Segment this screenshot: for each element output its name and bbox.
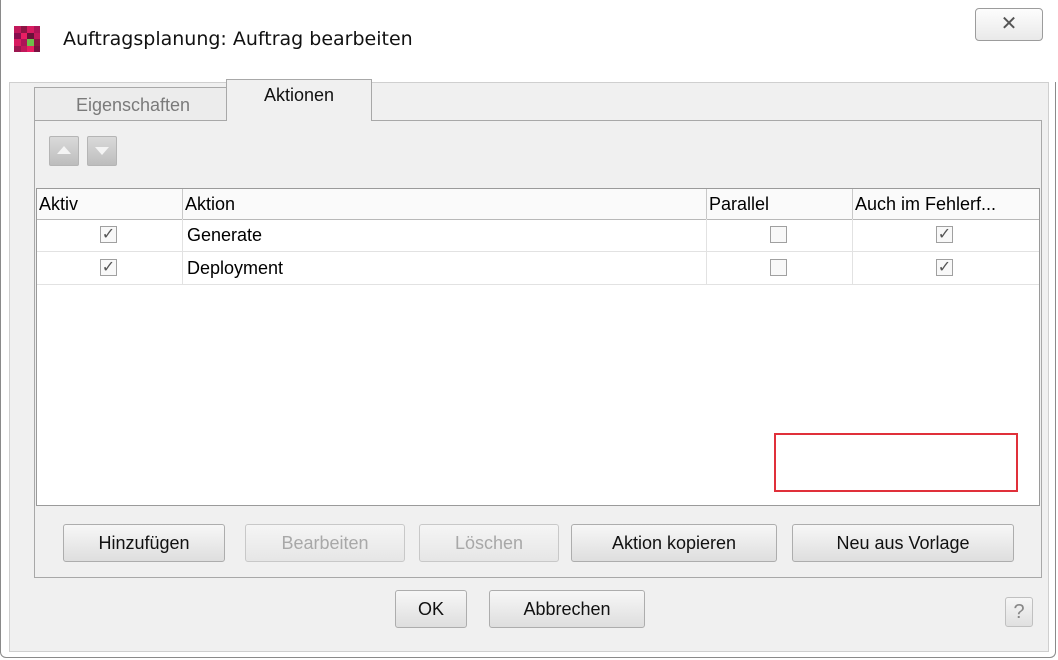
close-icon: ✕ (1000, 13, 1018, 35)
table-row[interactable]: ✓ Deployment ✓ (37, 252, 1039, 285)
tab-aktionen[interactable]: Aktionen (226, 79, 372, 121)
move-down-button[interactable] (87, 136, 117, 166)
column-header-aktion[interactable]: Aktion (183, 189, 707, 219)
aktiv-checkbox[interactable]: ✓ (100, 259, 117, 276)
add-button[interactable]: Hinzufügen (63, 524, 225, 562)
aktiv-checkbox[interactable]: ✓ (100, 226, 117, 243)
cell-fehlerfall: ✓ (853, 219, 1039, 252)
aktionen-panel: Aktiv Aktion Parallel Auch im Fehlerf...… (34, 120, 1042, 578)
parallel-checkbox[interactable] (770, 259, 787, 276)
cell-fehlerfall: ✓ (853, 252, 1039, 285)
column-header-aktiv[interactable]: Aktiv (37, 189, 183, 219)
cell-aktion: Deployment (183, 252, 707, 285)
cell-aktiv: ✓ (37, 219, 183, 252)
table-header: Aktiv Aktion Parallel Auch im Fehlerf... (37, 189, 1039, 220)
column-header-fehlerfall[interactable]: Auch im Fehlerf... (853, 189, 1039, 219)
copy-action-button[interactable]: Aktion kopieren (571, 524, 777, 562)
cell-aktion: Generate (183, 219, 707, 252)
move-up-button[interactable] (49, 136, 79, 166)
parallel-checkbox[interactable] (770, 226, 787, 243)
arrow-up-icon (57, 146, 71, 154)
title-bar: Auftragsplanung: Auftrag bearbeiten ✕ (1, 0, 1057, 82)
app-grid-icon (14, 26, 40, 52)
cell-parallel (707, 219, 853, 252)
arrow-down-icon (95, 147, 109, 155)
highlight-frame (774, 433, 1018, 492)
delete-button[interactable]: Löschen (419, 524, 559, 562)
cancel-button[interactable]: Abbrechen (489, 590, 645, 628)
new-from-template-button[interactable]: Neu aus Vorlage (792, 524, 1014, 562)
dialog-content: Eigenschaften Aktionen Aktiv Aktion Para… (9, 79, 1049, 652)
close-button[interactable]: ✕ (975, 8, 1043, 41)
help-icon: ? (1013, 601, 1025, 623)
dialog-window: Auftragsplanung: Auftrag bearbeiten ✕ Ei… (0, 0, 1057, 658)
tab-eigenschaften[interactable]: Eigenschaften (34, 87, 232, 121)
edit-button[interactable]: Bearbeiten (245, 524, 405, 562)
fehlerfall-checkbox[interactable]: ✓ (936, 259, 953, 276)
help-button[interactable]: ? (1005, 597, 1033, 627)
fehlerfall-checkbox[interactable]: ✓ (936, 226, 953, 243)
column-header-parallel[interactable]: Parallel (707, 189, 853, 219)
table-row[interactable]: ✓ Generate ✓ (37, 219, 1039, 252)
ok-button[interactable]: OK (395, 590, 467, 628)
cell-parallel (707, 252, 853, 285)
cell-aktiv: ✓ (37, 252, 183, 285)
window-title: Auftragsplanung: Auftrag bearbeiten (63, 28, 413, 50)
